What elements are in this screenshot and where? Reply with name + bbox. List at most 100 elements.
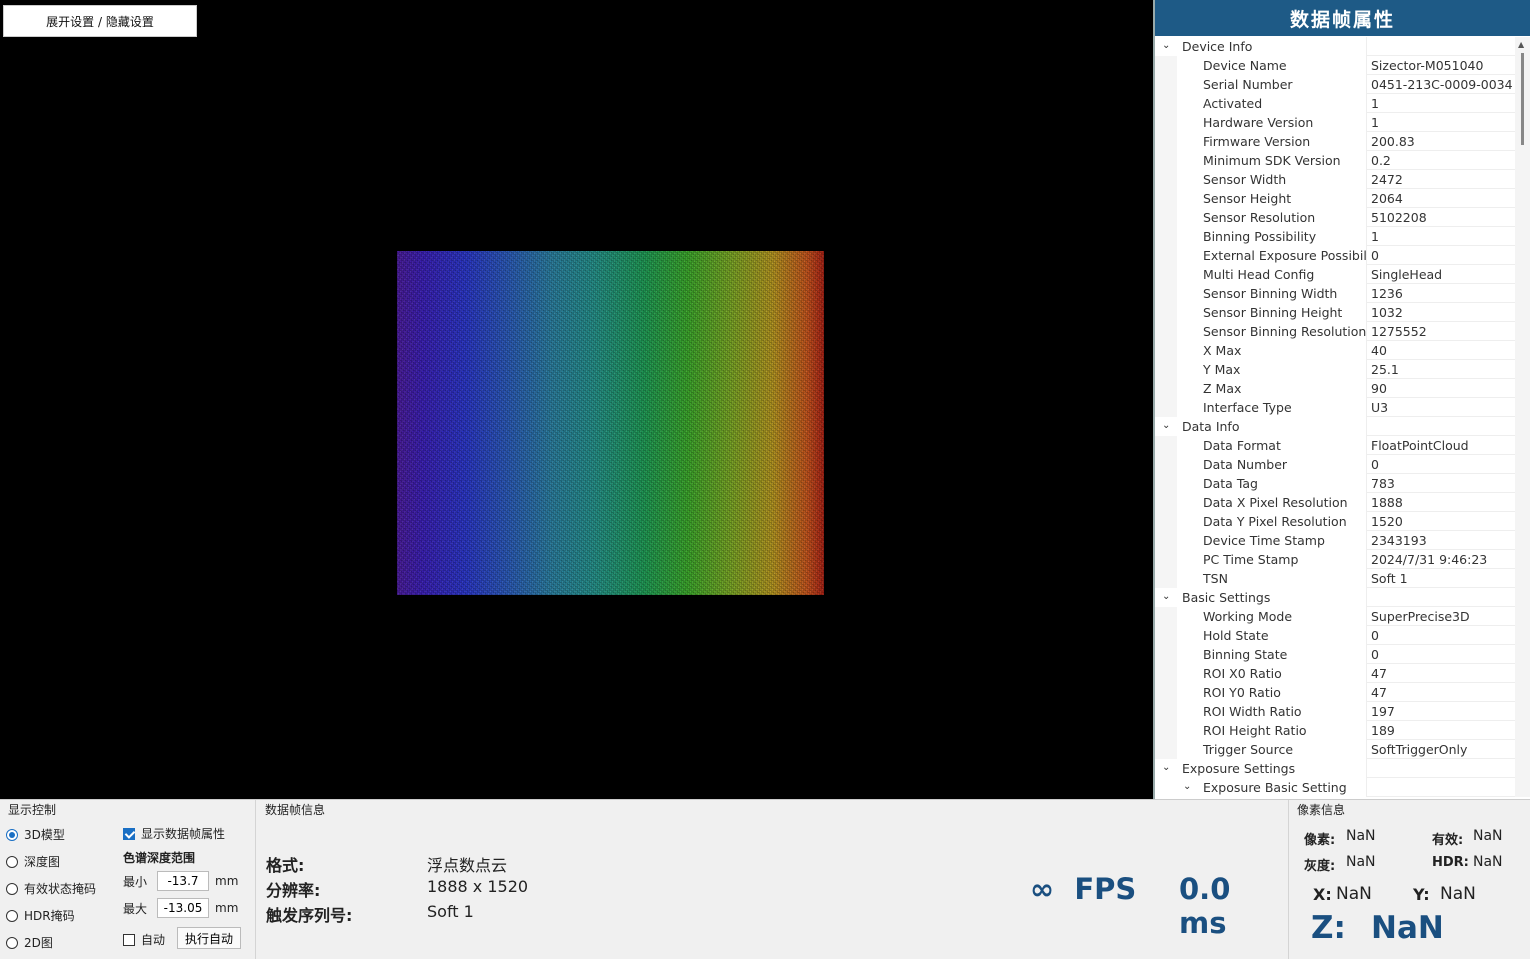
checkbox[interactable] [123, 827, 135, 840]
property-name: Device Name [1155, 55, 1367, 75]
property-value: 90 [1371, 380, 1387, 396]
property-row[interactable]: Data Format FloatPointCloud [1155, 435, 1517, 455]
radio-button[interactable] [6, 855, 18, 868]
property-group-row[interactable]: ⌄ Exposure Settings [1155, 758, 1517, 778]
property-row[interactable]: Data Tag 783 [1155, 473, 1517, 493]
property-row[interactable]: ROI X0 Ratio 47 [1155, 663, 1517, 683]
radio-button[interactable] [6, 828, 18, 841]
property-group-row[interactable]: ⌄ Basic Settings [1155, 587, 1517, 607]
property-row[interactable]: Firmware Version 200.83 [1155, 131, 1517, 151]
max-range-input[interactable] [157, 898, 209, 918]
property-row[interactable]: Data Y Pixel Resolution 1520 [1155, 511, 1517, 531]
property-group-row[interactable]: ⌄ Device Info [1155, 37, 1517, 56]
radio-button[interactable] [6, 909, 18, 922]
run-auto-button[interactable]: 执行自动 [177, 927, 241, 949]
property-row[interactable]: Device Name Sizector-M051040 [1155, 55, 1517, 75]
property-group-row[interactable]: ⌄ Data Info [1155, 416, 1517, 436]
property-row[interactable]: TSN Soft 1 [1155, 568, 1517, 588]
property-name: ROI X0 Ratio [1155, 663, 1367, 683]
radio-2d-image[interactable]: 2D图 [6, 934, 53, 951]
format-label: 格式: [266, 856, 305, 875]
property-name: Sensor Binning Width [1155, 283, 1367, 303]
toggle-settings-button[interactable]: 展开设置 / 隐藏设置 [3, 5, 197, 37]
scroll-up-icon[interactable]: ▲ [1518, 40, 1524, 49]
property-row[interactable]: Hold State 0 [1155, 625, 1517, 645]
max-range-row: 最大 mm [123, 898, 238, 918]
property-row[interactable]: Z Max 90 [1155, 378, 1517, 398]
chevron-down-icon[interactable]: ⌄ [1162, 420, 1174, 432]
chevron-down-icon[interactable]: ⌄ [1162, 40, 1174, 52]
property-row[interactable]: Working Mode SuperPrecise3D [1155, 606, 1517, 626]
property-row[interactable]: Device Time Stamp 2343193 [1155, 530, 1517, 550]
property-row[interactable]: Binning Possibility 1 [1155, 226, 1517, 246]
property-value: 47 [1371, 684, 1387, 700]
format-value: 浮点数点云 [427, 856, 508, 875]
radio-depth-map[interactable]: 深度图 [6, 853, 60, 870]
display-control-group: 显示控制 3D模型 深度图 有效状态掩码 HDR掩码 2D图 显示数据帧属性 色… [0, 800, 256, 959]
bottom-panel: 显示控制 3D模型 深度图 有效状态掩码 HDR掩码 2D图 显示数据帧属性 色… [0, 799, 1530, 959]
auto-checkbox[interactable]: 自动 [123, 931, 165, 948]
radio-label: 有效状态掩码 [24, 882, 97, 896]
z-label: Z: [1311, 910, 1346, 946]
show-props-checkbox[interactable]: 显示数据帧属性 [123, 825, 225, 842]
pixel-value: NaN [1346, 828, 1376, 844]
property-row[interactable]: Activated 1 [1155, 93, 1517, 113]
property-row[interactable]: Sensor Binning Width 1236 [1155, 283, 1517, 303]
radio-button[interactable] [6, 882, 18, 895]
tsn-value: Soft 1 [427, 902, 474, 921]
property-value: 0 [1371, 646, 1379, 662]
property-row[interactable]: Sensor Resolution 5102208 [1155, 207, 1517, 227]
property-row[interactable]: Sensor Height 2064 [1155, 188, 1517, 208]
property-row[interactable]: PC Time Stamp 2024/7/31 9:46:23 [1155, 549, 1517, 569]
property-row[interactable]: Multi Head Config SingleHead [1155, 264, 1517, 284]
property-value: 2343193 [1371, 532, 1427, 548]
y-label: Y: [1413, 885, 1430, 904]
property-name: Interface Type [1155, 397, 1367, 417]
properties-tree[interactable]: ⌄ Device Info Device Name Sizector-M051040 S… [1155, 37, 1517, 797]
property-row[interactable]: Minimum SDK Version 0.2 [1155, 150, 1517, 170]
property-value: 2024/7/31 9:46:23 [1371, 551, 1488, 567]
radio-3d-model[interactable]: 3D模型 [6, 826, 65, 843]
property-row[interactable]: Interface Type U3 [1155, 397, 1517, 417]
pixel-info-title: 像素信息 [1297, 803, 1346, 817]
property-row[interactable]: External Exposure Possibility 0 [1155, 245, 1517, 265]
property-row[interactable]: ROI Width Ratio 197 [1155, 701, 1517, 721]
property-row[interactable]: Binning State 0 [1155, 644, 1517, 664]
property-row[interactable]: Trigger Source SoftTriggerOnly [1155, 739, 1517, 759]
min-range-input[interactable] [157, 871, 209, 891]
vertical-scrollbar[interactable]: ▲ [1515, 37, 1530, 797]
property-row[interactable]: ROI Y0 Ratio 47 [1155, 682, 1517, 702]
max-label: 最大 [123, 901, 148, 916]
property-row[interactable]: Sensor Width 2472 [1155, 169, 1517, 189]
property-value: Sizector-M051040 [1371, 57, 1484, 73]
property-row[interactable]: Data Number 0 [1155, 454, 1517, 474]
property-value: 1888 [1371, 494, 1403, 510]
property-row[interactable]: X Max 40 [1155, 340, 1517, 360]
property-value: 40 [1371, 342, 1387, 358]
chevron-down-icon[interactable]: ⌄ [1183, 781, 1195, 793]
property-row[interactable]: ROI Height Ratio 189 [1155, 720, 1517, 740]
property-name: Hardware Version [1155, 112, 1367, 132]
chevron-down-icon[interactable]: ⌄ [1162, 591, 1174, 603]
property-row[interactable]: Serial Number 0451-213C-0009-0034 [1155, 74, 1517, 94]
property-row[interactable]: Y Max 25.1 [1155, 359, 1517, 379]
radio-button[interactable] [6, 936, 18, 949]
property-row[interactable]: Sensor Binning Height 1032 [1155, 302, 1517, 322]
chevron-down-icon[interactable]: ⌄ [1162, 762, 1174, 774]
frame-info-group: 数据帧信息 格式: 浮点数点云 分辨率: 1888 x 1520 触发序列号: … [257, 800, 1287, 959]
hdr-label: HDR: [1432, 855, 1469, 870]
radio-hdr-mask[interactable]: HDR掩码 [6, 907, 75, 924]
property-row[interactable]: Sensor Binning Resolution 1275552 [1155, 321, 1517, 341]
checkbox[interactable] [123, 933, 135, 946]
property-value: FloatPointCloud [1371, 437, 1469, 453]
scrollbar-thumb[interactable] [1521, 53, 1524, 145]
property-value: 197 [1371, 703, 1395, 719]
resolution-value: 1888 x 1520 [427, 877, 529, 896]
property-row[interactable]: Hardware Version 1 [1155, 112, 1517, 132]
radio-valid-mask[interactable]: 有效状态掩码 [6, 880, 96, 897]
property-group-row[interactable]: ⌄ Exposure Basic Setting [1155, 777, 1517, 797]
property-name: Data Tag [1155, 473, 1367, 493]
property-name: Device Time Stamp [1155, 530, 1367, 550]
property-row[interactable]: Data X Pixel Resolution 1888 [1155, 492, 1517, 512]
3d-viewport[interactable]: 展开设置 / 隐藏设置 [0, 0, 1153, 799]
